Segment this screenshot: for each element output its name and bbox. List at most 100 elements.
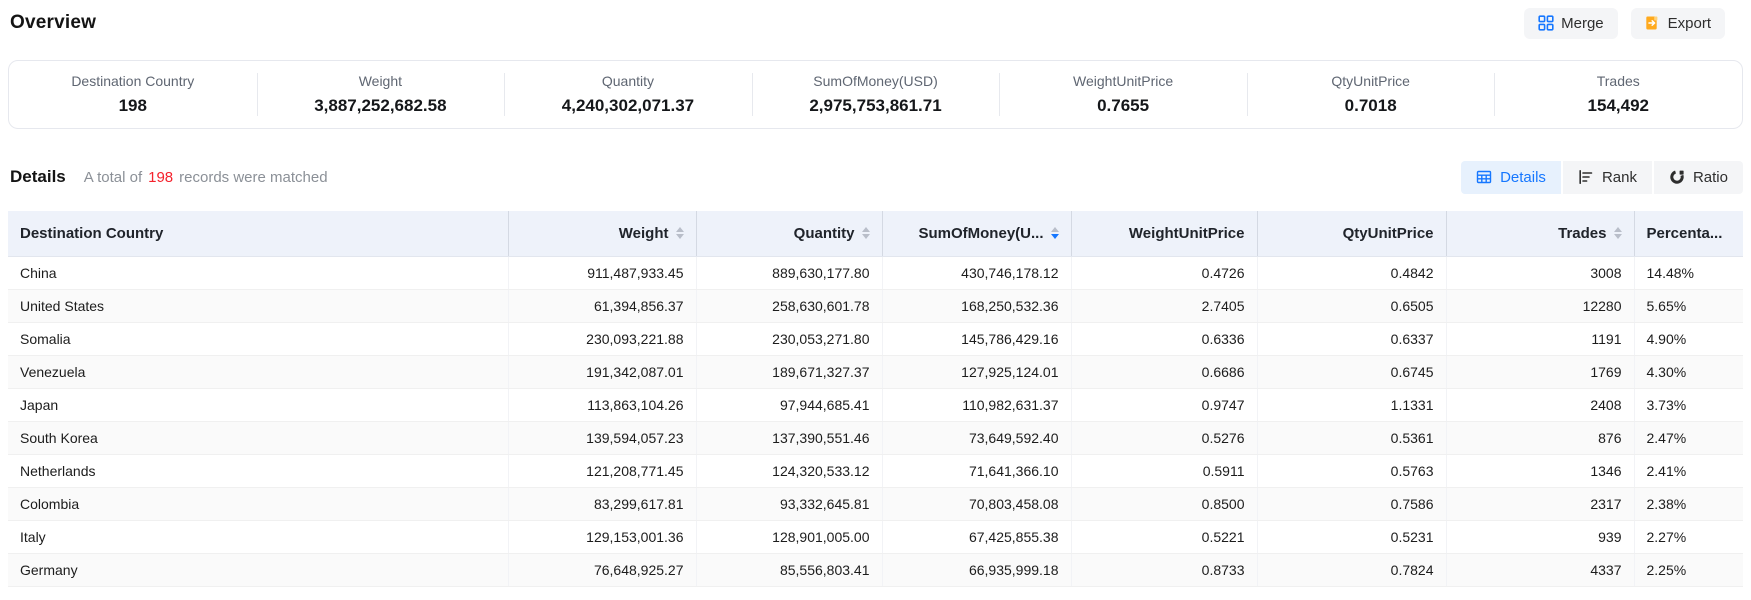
value-cell: 3.73%: [1634, 388, 1743, 421]
value-cell: 127,925,124.01: [882, 355, 1071, 388]
value-cell: 430,746,178.12: [882, 256, 1071, 289]
value-cell: 0.5361: [1257, 421, 1446, 454]
merge-icon: [1538, 15, 1554, 31]
value-cell: 73,649,592.40: [882, 421, 1071, 454]
summary-item-label: WeightUnitPrice: [1073, 73, 1173, 89]
value-cell: 0.5221: [1071, 520, 1257, 553]
page-title: Overview: [10, 12, 96, 34]
value-cell: 66,935,999.18: [882, 553, 1071, 586]
value-cell: 0.5231: [1257, 520, 1446, 553]
table-header-row: Destination CountryWeight Quantity SumOfMo…: [8, 211, 1743, 256]
summary-item-label: Weight: [359, 73, 402, 89]
value-cell: 230,053,271.80: [696, 322, 882, 355]
value-cell: 0.9747: [1071, 388, 1257, 421]
table-row: Germany76,648,925.2785,556,803.4166,935,…: [8, 553, 1743, 586]
value-cell: 139,594,057.23: [508, 421, 696, 454]
summary-item-sumofmoney-usd: SumOfMoney(USD)2,975,753,861.71: [752, 61, 1000, 128]
value-cell: 61,394,856.37: [508, 289, 696, 322]
value-cell: 4.30%: [1634, 355, 1743, 388]
value-cell: 0.7824: [1257, 553, 1446, 586]
merge-button[interactable]: Merge: [1524, 8, 1618, 39]
value-cell: 189,671,327.37: [696, 355, 882, 388]
value-cell: 110,982,631.37: [882, 388, 1071, 421]
value-cell: 0.4842: [1257, 256, 1446, 289]
rank-icon: [1578, 169, 1594, 185]
summary-item-trades: Trades154,492: [1494, 61, 1742, 128]
value-cell: 70,803,458.08: [882, 487, 1071, 520]
value-cell: 85,556,803.41: [696, 553, 882, 586]
country-cell: Somalia: [8, 322, 508, 355]
value-cell: 0.8500: [1071, 487, 1257, 520]
column-header-label: QtyUnitPrice: [1343, 225, 1434, 242]
value-cell: 1769: [1446, 355, 1634, 388]
country-cell: Italy: [8, 520, 508, 553]
value-cell: 4337: [1446, 553, 1634, 586]
table-row: United States61,394,856.37258,630,601.78…: [8, 289, 1743, 322]
matched-suffix: records were matched: [179, 169, 327, 186]
details-title: Details: [10, 167, 66, 187]
value-cell: 145,786,429.16: [882, 322, 1071, 355]
value-cell: 67,425,855.38: [882, 520, 1071, 553]
summary-item-value: 4,240,302,071.37: [562, 96, 694, 116]
summary-item-weight: Weight 3,887,252,682.58: [257, 61, 505, 128]
value-cell: 2317: [1446, 487, 1634, 520]
value-cell: 113,863,104.26: [508, 388, 696, 421]
country-cell: United States: [8, 289, 508, 322]
value-cell: 911,487,933.45: [508, 256, 696, 289]
view-button-details[interactable]: Details: [1461, 161, 1561, 194]
value-cell: 0.6686: [1071, 355, 1257, 388]
details-table: Destination CountryWeight Quantity SumOfMo…: [8, 211, 1743, 587]
value-cell: 1191: [1446, 322, 1634, 355]
details-bar: Details A total of198records were matche…: [10, 160, 1743, 194]
column-header-percenta: Percenta...: [1634, 211, 1743, 256]
column-header-sumofmoney-u[interactable]: SumOfMoney(U...: [882, 211, 1071, 256]
summary-item-value: 3,887,252,682.58: [314, 96, 446, 116]
column-header-label: Quantity: [794, 225, 855, 242]
export-button[interactable]: Export: [1631, 8, 1725, 39]
summary-item-value: 0.7655: [1097, 96, 1149, 116]
caret-down-icon: [862, 234, 870, 239]
matched-count: 198: [142, 169, 179, 186]
summary-item-label: Quantity: [602, 73, 654, 89]
value-cell: 0.5276: [1071, 421, 1257, 454]
country-cell: Colombia: [8, 487, 508, 520]
column-header-label: Percenta...: [1647, 225, 1723, 242]
column-header-weight[interactable]: Weight: [508, 211, 696, 256]
summary-item-quantity: Quantity 4,240,302,071.37: [504, 61, 752, 128]
value-cell: 129,153,001.36: [508, 520, 696, 553]
value-cell: 124,320,533.12: [696, 454, 882, 487]
ratio-icon: [1669, 169, 1685, 185]
column-header-label: SumOfMoney(U...: [918, 225, 1043, 242]
caret-up-icon: [1051, 227, 1059, 232]
view-button-rank[interactable]: Rank: [1563, 161, 1652, 194]
table-row: Italy129,153,001.36128,901,005.0067,425,…: [8, 520, 1743, 553]
sort-icon: [862, 227, 870, 239]
value-cell: 93,332,645.81: [696, 487, 882, 520]
sort-icon: [676, 227, 684, 239]
value-cell: 3008: [1446, 256, 1634, 289]
value-cell: 76,648,925.27: [508, 553, 696, 586]
view-button-ratio[interactable]: Ratio: [1654, 161, 1743, 194]
column-header-quantity[interactable]: Quantity: [696, 211, 882, 256]
value-cell: 939: [1446, 520, 1634, 553]
column-header-trades[interactable]: Trades: [1446, 211, 1634, 256]
column-header-destination-country: Destination Country: [8, 211, 508, 256]
table-row: South Korea139,594,057.23137,390,551.467…: [8, 421, 1743, 454]
value-cell: 0.6505: [1257, 289, 1446, 322]
value-cell: 4.90%: [1634, 322, 1743, 355]
value-cell: 2.25%: [1634, 553, 1743, 586]
view-switcher: Details Rank: [1461, 161, 1743, 194]
summary-item-value: 198: [119, 96, 147, 116]
value-cell: 12280: [1446, 289, 1634, 322]
value-cell: 97,944,685.41: [696, 388, 882, 421]
country-cell: Japan: [8, 388, 508, 421]
value-cell: 2.38%: [1634, 487, 1743, 520]
value-cell: 14.48%: [1634, 256, 1743, 289]
table-icon: [1476, 169, 1492, 185]
sort-icon: [1614, 227, 1622, 239]
country-cell: Netherlands: [8, 454, 508, 487]
country-cell: South Korea: [8, 421, 508, 454]
value-cell: 2.41%: [1634, 454, 1743, 487]
summary-item-label: SumOfMoney(USD): [813, 73, 937, 89]
column-header-weightunitprice: WeightUnitPrice: [1071, 211, 1257, 256]
